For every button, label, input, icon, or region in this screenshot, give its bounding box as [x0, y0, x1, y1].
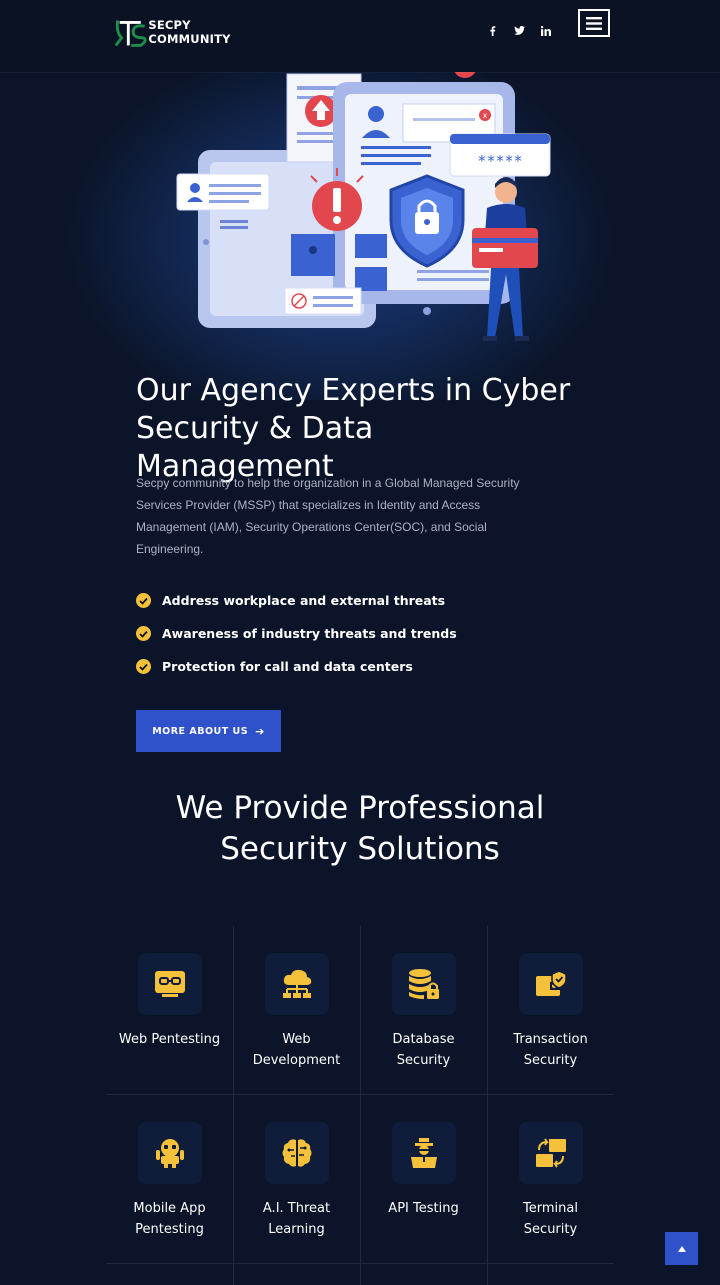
service-label: Transaction Security	[513, 1032, 588, 1068]
services-title: We Provide Professional Security Solutio…	[175, 790, 545, 867]
service-card-api-testing[interactable]: API Testing	[360, 1095, 487, 1264]
service-label: API Testing	[388, 1201, 459, 1216]
checklist-item: Protection for call and data centers	[136, 650, 556, 683]
linkedin-link[interactable]	[538, 24, 554, 40]
check-circle-icon	[136, 659, 151, 674]
site-header: SECPY COMMUNITY	[0, 0, 720, 72]
service-card-mobile-app-pentesting[interactable]: Mobile App Pentesting	[106, 1095, 233, 1264]
service-card-terminal-security[interactable]: Terminal Security	[487, 1095, 614, 1264]
checklist-item: Awareness of industry threats and trends	[136, 617, 556, 650]
brand-name: SECPY COMMUNITY	[148, 18, 231, 46]
brain-icon	[264, 1122, 329, 1184]
service-label: Web Development	[252, 1032, 341, 1068]
more-about-us-label: MORE ABOUT US	[152, 725, 249, 737]
checklist-text: Protection for call and data centers	[162, 659, 413, 674]
check-circle-icon	[136, 626, 151, 641]
scroll-to-top-button[interactable]	[665, 1232, 698, 1265]
robot-icon	[137, 1122, 202, 1184]
menu-button[interactable]	[578, 9, 610, 37]
service-label: A.I. Threat Learning	[262, 1201, 331, 1237]
arrow-right-icon: ➔	[255, 724, 265, 738]
service-label: Database Security	[392, 1032, 455, 1068]
about-description: Secpy community to help the organization…	[136, 476, 520, 556]
cloud-network-icon	[264, 953, 329, 1015]
more-about-us-button[interactable]: MORE ABOUT US ➔	[136, 710, 281, 752]
checklist-item: Address workplace and external threats	[136, 584, 556, 617]
service-card-database-security[interactable]: Database Security	[360, 926, 487, 1095]
web-pentest-icon	[137, 953, 202, 1015]
feature-checklist: Address workplace and external threats A…	[136, 584, 556, 683]
service-label: Web Pentesting	[118, 1032, 221, 1047]
cyber-security-illustration: x *****	[176, 60, 551, 341]
about-title: Our Agency Experts in Cyber Security & D…	[136, 373, 571, 484]
service-label: Terminal Security	[523, 1201, 578, 1237]
brand-logo[interactable]: SECPY COMMUNITY	[112, 12, 272, 52]
database-lock-icon	[391, 953, 456, 1015]
password-mask: *****	[477, 152, 522, 170]
transfer-icon	[518, 1122, 583, 1184]
checklist-text: Awareness of industry threats and trends	[162, 626, 457, 641]
logo-icon	[114, 20, 147, 47]
secure-wallet-icon	[518, 953, 583, 1015]
service-card-web-development[interactable]: Web Development	[233, 926, 360, 1095]
hamburger-menu-icon	[586, 16, 602, 30]
twitter-link[interactable]	[511, 24, 527, 40]
api-icon	[391, 1122, 456, 1184]
facebook-link[interactable]	[484, 24, 500, 40]
alert-close-mark: x	[483, 111, 488, 120]
linkedin-icon	[540, 25, 551, 39]
twitter-icon	[513, 26, 525, 38]
service-card-ai-threat-learning[interactable]: A.I. Threat Learning	[233, 1095, 360, 1264]
service-label: Mobile App Pentesting	[133, 1201, 206, 1237]
service-card-transaction-security[interactable]: Transaction Security	[487, 926, 614, 1095]
service-card-web-pentesting[interactable]: Web Pentesting	[106, 926, 233, 1095]
check-circle-icon	[136, 593, 151, 608]
facebook-icon	[489, 25, 496, 39]
checklist-text: Address workplace and external threats	[162, 593, 446, 608]
chevron-up-icon	[677, 1245, 686, 1252]
